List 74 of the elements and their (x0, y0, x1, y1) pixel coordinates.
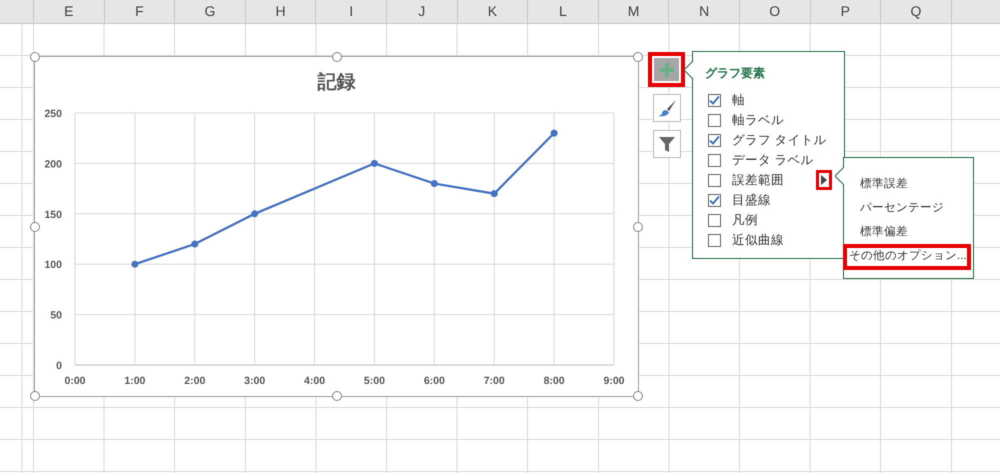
column-header[interactable]: N (669, 0, 740, 23)
column-header[interactable]: F (104, 0, 176, 23)
column-header[interactable]: H (246, 0, 316, 23)
axis-label: 250 (44, 108, 62, 120)
column-header[interactable]: I (316, 0, 387, 23)
data-point (131, 260, 138, 268)
chart-title: 記録 (318, 72, 356, 93)
resize-handle[interactable] (633, 52, 643, 62)
checkbox[interactable] (708, 134, 721, 146)
checkbox-label[interactable]: グラフ タイトル (732, 132, 826, 148)
checkbox-label[interactable]: 軸ラベル (732, 112, 784, 128)
menu-item[interactable]: パーセンテージ (844, 196, 973, 220)
menu-item[interactable]: 標準誤差 (844, 172, 973, 196)
axis-label: 0:00 (64, 375, 86, 387)
checkbox-label[interactable]: 近似曲線 (732, 232, 784, 248)
checkbox[interactable] (708, 94, 721, 106)
menu-item[interactable]: 標準偏差 (844, 220, 973, 244)
axis-label: 9:00 (604, 375, 624, 387)
axis-label: 150 (44, 208, 62, 221)
axis-label: 200 (44, 158, 62, 170)
checkbox[interactable] (708, 234, 721, 246)
axis-label: 2:00 (184, 375, 206, 387)
axis-label: 0 (56, 360, 62, 372)
resize-handle[interactable] (30, 391, 40, 401)
checkbox-label[interactable]: 目盛線 (732, 192, 771, 208)
checkbox[interactable] (708, 154, 721, 166)
axis-label: 1:00 (124, 375, 146, 387)
data-point (550, 130, 558, 137)
checkbox-label[interactable]: 凡例 (732, 212, 758, 228)
checkbox[interactable] (708, 194, 721, 206)
checkbox[interactable] (708, 174, 721, 186)
panel-title: グラフ要素 (705, 65, 766, 82)
checkbox-label[interactable]: 軸 (732, 92, 745, 108)
chart-filter-button[interactable] (652, 130, 680, 158)
column-header[interactable]: L (528, 0, 599, 23)
axis-label: 100 (44, 259, 62, 272)
checkbox[interactable] (708, 214, 721, 226)
data-point (370, 160, 378, 167)
filter-icon (658, 135, 676, 153)
data-point (490, 190, 498, 198)
data-point (251, 210, 258, 218)
checkbox[interactable] (708, 114, 721, 126)
checkbox-label[interactable]: 誤差範囲 (732, 172, 784, 188)
resize-handle[interactable] (332, 391, 342, 401)
resize-handle[interactable] (633, 222, 643, 232)
axis-label: 3:00 (244, 375, 266, 387)
menu-item[interactable]: その他のオプション... (843, 244, 971, 270)
column-header[interactable]: J (386, 0, 458, 23)
column-header[interactable]: M (598, 0, 670, 23)
axis-label: 50 (50, 310, 62, 322)
axis-label: 6:00 (424, 375, 445, 387)
column-header[interactable]: K (458, 0, 528, 23)
resize-handle[interactable] (30, 222, 40, 232)
column-header[interactable]: E (34, 0, 105, 23)
checkbox-label[interactable]: データ ラベル (732, 152, 814, 168)
axis-label: 7:00 (484, 375, 505, 387)
paintbrush-icon (656, 99, 676, 117)
axis-label: 8:00 (544, 375, 565, 387)
column-header[interactable]: P (810, 0, 882, 23)
resize-handle[interactable] (332, 52, 342, 62)
resize-handle[interactable] (633, 391, 643, 401)
column-header[interactable]: G (175, 0, 246, 23)
add-element-button[interactable] (648, 52, 685, 87)
data-point (191, 240, 198, 248)
data-point (430, 180, 438, 188)
plus-icon (658, 62, 674, 78)
column-header[interactable]: Q (881, 0, 952, 23)
submenu-arrow-button[interactable] (816, 170, 832, 190)
resize-handle[interactable] (30, 52, 40, 62)
triangle-right-icon (820, 175, 828, 185)
chart-style-button[interactable] (652, 94, 680, 122)
axis-label: 5:00 (364, 375, 385, 387)
column-header[interactable]: O (740, 0, 811, 23)
axis-label: 4:00 (304, 375, 326, 387)
